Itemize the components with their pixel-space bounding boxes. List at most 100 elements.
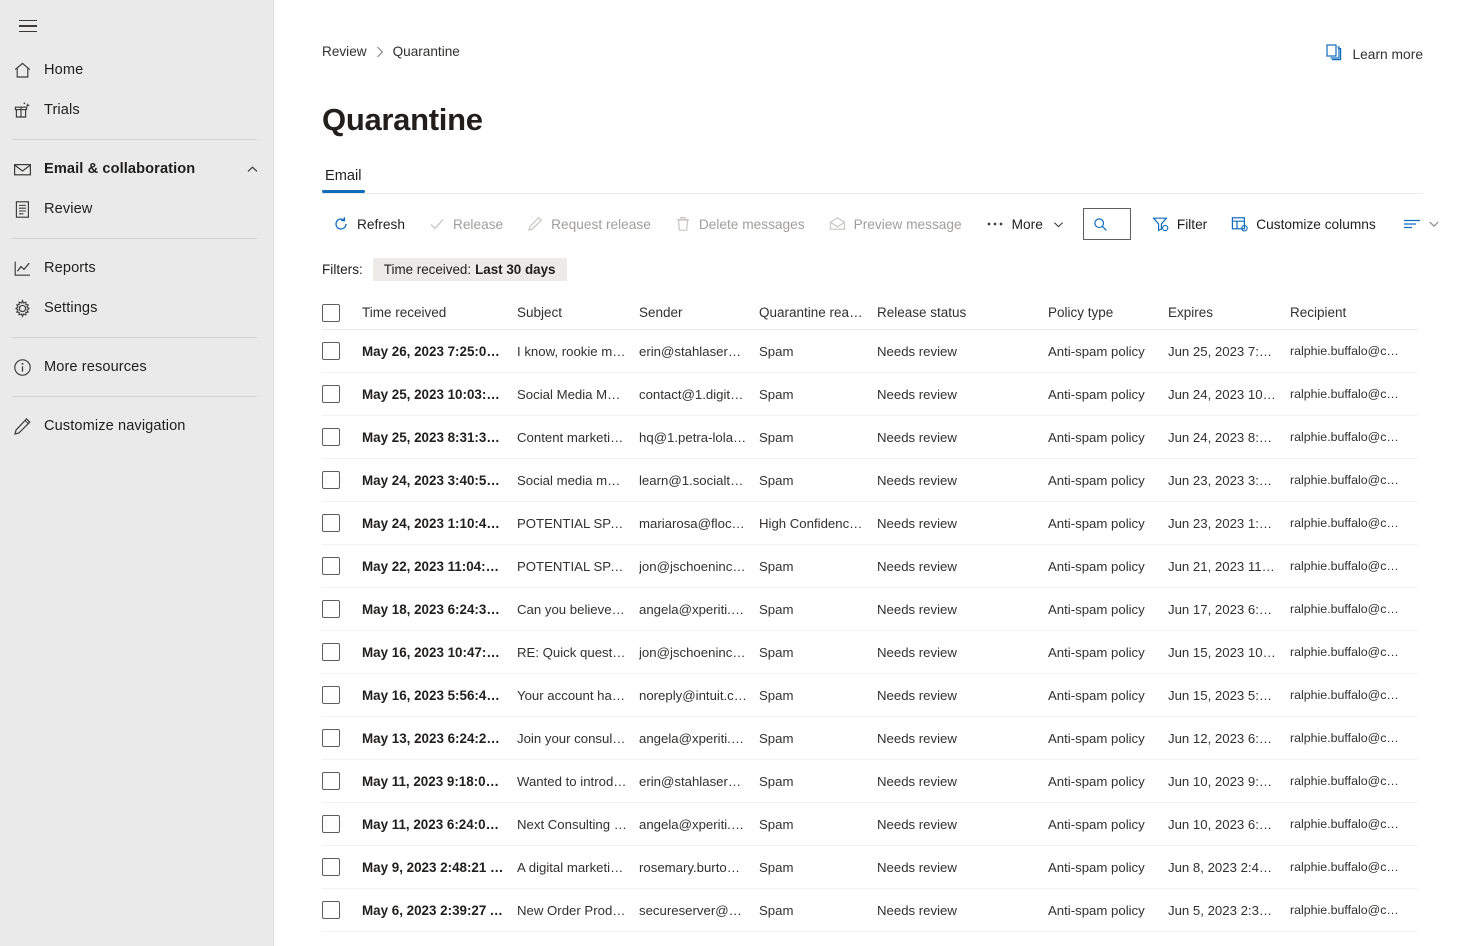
column-header-policy-type[interactable]: Policy type: [1048, 305, 1168, 320]
tab-email[interactable]: Email: [322, 168, 365, 193]
table-row[interactable]: May 13, 2023 6:24:23 ...Join your consul…: [322, 717, 1418, 760]
cell-sender: erin@stahlaservice...: [639, 774, 759, 789]
table-row[interactable]: May 25, 2023 10:03:56...Social Media Mar…: [322, 373, 1418, 416]
preview-message-button[interactable]: Preview message: [818, 208, 973, 240]
mail-icon: [0, 160, 44, 179]
customize-columns-button[interactable]: Customize columns: [1220, 208, 1386, 240]
row-checkbox[interactable]: [322, 772, 340, 790]
command-bar: Refresh Release Request release: [322, 202, 1423, 246]
sidebar-item-home[interactable]: Home: [0, 50, 273, 90]
cell-sender: angela@xperiti.com: [639, 817, 759, 832]
more-button[interactable]: More: [975, 208, 1075, 240]
main-content: Review Quarantine Learn more Quarantine: [274, 0, 1463, 946]
tab-divider: [322, 193, 1423, 194]
cell-policy-type: Anti-spam policy: [1048, 817, 1168, 832]
row-checkbox[interactable]: [322, 901, 340, 919]
table-row[interactable]: May 16, 2023 5:56:49 ...Your account has…: [322, 674, 1418, 717]
cell-quarantine-reason: Spam: [759, 774, 877, 789]
row-checkbox[interactable]: [322, 643, 340, 661]
learn-more-link[interactable]: Learn more: [1326, 44, 1423, 64]
row-checkbox-cell: [322, 600, 362, 618]
column-header-quarantine-reason[interactable]: Quarantine reason: [759, 305, 877, 320]
column-header-expires[interactable]: Expires: [1168, 305, 1290, 320]
row-checkbox[interactable]: [322, 729, 340, 747]
cell-quarantine-reason: Spam: [759, 688, 877, 703]
cell-sender: jon@jschoeninc.com: [639, 559, 759, 574]
column-header-release-status[interactable]: Release status: [877, 305, 1048, 320]
cell-subject: Wanted to introduc...: [517, 774, 639, 789]
row-checkbox[interactable]: [322, 557, 340, 575]
row-checkbox[interactable]: [322, 342, 340, 360]
delete-messages-button[interactable]: Delete messages: [664, 208, 816, 240]
column-header-time-received[interactable]: Time received: [362, 305, 517, 320]
table-row[interactable]: May 25, 2023 8:31:32 ...Content marketin…: [322, 416, 1418, 459]
cell-recipient: ralphie.buffalo@col...: [1290, 559, 1416, 573]
sort-button[interactable]: [1403, 217, 1440, 231]
hamburger-icon[interactable]: [8, 8, 48, 44]
sidebar-item-email-collaboration[interactable]: Email & collaboration: [0, 149, 273, 189]
table-row[interactable]: May 11, 2023 6:24:04 ...Next Consulting …: [322, 803, 1418, 846]
breadcrumb-item-review[interactable]: Review: [322, 44, 367, 59]
cell-release-status: Needs review: [877, 430, 1048, 445]
chevron-up-icon[interactable]: [246, 163, 259, 176]
row-checkbox[interactable]: [322, 428, 340, 446]
refresh-button[interactable]: Refresh: [322, 208, 416, 240]
table-row[interactable]: May 24, 2023 3:40:52 ...Social media mar…: [322, 459, 1418, 502]
filter-pill-time-received[interactable]: Time received: Last 30 days: [373, 258, 567, 281]
table-row[interactable]: May 24, 2023 1:10:41 ...POTENTIAL SPAM: …: [322, 502, 1418, 545]
cell-expires: Jun 8, 2023 2:48:21...: [1168, 860, 1290, 875]
request-release-button[interactable]: Request release: [516, 208, 662, 240]
row-checkbox[interactable]: [322, 600, 340, 618]
row-checkbox[interactable]: [322, 686, 340, 704]
cell-recipient: ralphie.buffalo@col...: [1290, 387, 1416, 401]
cell-quarantine-reason: High Confidence P...: [759, 516, 877, 531]
table-row[interactable]: May 11, 2023 9:18:00 ...Wanted to introd…: [322, 760, 1418, 803]
table-header-row: Time received Subject Sender Quarantine …: [322, 296, 1418, 330]
cell-release-status: Needs review: [877, 774, 1048, 789]
sidebar-divider: [12, 139, 257, 140]
cell-policy-type: Anti-spam policy: [1048, 602, 1168, 617]
search-box[interactable]: [1083, 208, 1131, 240]
cell-subject: RE: Quick question: [517, 645, 639, 660]
sidebar-item-review[interactable]: Review: [0, 189, 273, 229]
column-header-sender[interactable]: Sender: [639, 305, 759, 320]
cell-time-received: May 25, 2023 8:31:32 ...: [362, 430, 517, 445]
column-header-subject[interactable]: Subject: [517, 305, 639, 320]
row-checkbox[interactable]: [322, 385, 340, 403]
row-checkbox-cell: [322, 342, 362, 360]
select-all-checkbox[interactable]: [322, 304, 340, 322]
cell-expires: Jun 10, 2023 9:18:0...: [1168, 774, 1290, 789]
sidebar-divider: [12, 337, 257, 338]
breadcrumb-item-quarantine[interactable]: Quarantine: [393, 44, 460, 59]
row-checkbox-cell: [322, 428, 362, 446]
table-row[interactable]: May 22, 2023 11:04:22...POTENTIAL SPAM: …: [322, 545, 1418, 588]
table-row[interactable]: May 16, 2023 10:47:06...RE: Quick questi…: [322, 631, 1418, 674]
table-row[interactable]: May 9, 2023 2:48:21 PMA digital marketin…: [322, 846, 1418, 889]
cell-time-received: May 22, 2023 11:04:22...: [362, 559, 517, 574]
table-row[interactable]: May 26, 2023 7:25:04 ...I know, rookie m…: [322, 330, 1418, 373]
cell-expires: Jun 24, 2023 10:03:...: [1168, 387, 1290, 402]
column-header-recipient[interactable]: Recipient: [1290, 305, 1416, 320]
cell-recipient: ralphie.buffalo@col...: [1290, 430, 1416, 444]
cell-time-received: May 24, 2023 1:10:41 ...: [362, 516, 517, 531]
row-checkbox[interactable]: [322, 471, 340, 489]
sidebar-item-customize-navigation[interactable]: Customize navigation: [0, 406, 273, 446]
sidebar-item-trials[interactable]: Trials: [0, 90, 273, 130]
release-button[interactable]: Release: [418, 208, 514, 240]
select-all-checkbox-cell: [322, 304, 362, 322]
table-row[interactable]: May 18, 2023 6:24:33 ...Can you believe …: [322, 588, 1418, 631]
cell-quarantine-reason: Spam: [759, 473, 877, 488]
sidebar-item-settings[interactable]: Settings: [0, 288, 273, 328]
search-input[interactable]: [1117, 216, 1121, 233]
cell-policy-type: Anti-spam policy: [1048, 387, 1168, 402]
table-row[interactable]: May 6, 2023 2:39:27 A...New Order Produc…: [322, 889, 1418, 932]
row-checkbox[interactable]: [322, 858, 340, 876]
sidebar-item-reports[interactable]: Reports: [0, 248, 273, 288]
row-checkbox[interactable]: [322, 514, 340, 532]
filter-button[interactable]: Filter: [1141, 208, 1218, 240]
cell-release-status: Needs review: [877, 516, 1048, 531]
sidebar-item-more-resources[interactable]: More resources: [0, 347, 273, 387]
row-checkbox[interactable]: [322, 815, 340, 833]
cell-policy-type: Anti-spam policy: [1048, 645, 1168, 660]
cell-sender: mariarosa@flockru...: [639, 516, 759, 531]
